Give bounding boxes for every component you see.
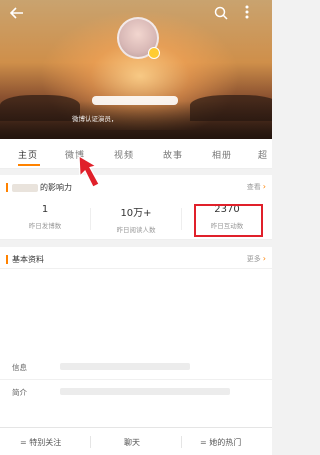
- stat-value: 10万+: [120, 208, 152, 219]
- stat-posts-yesterday: 1 昨日发博数: [0, 204, 90, 230]
- profile-header: 微博认证演员，: [0, 0, 272, 139]
- info-value-redacted: [60, 388, 230, 395]
- chat-button[interactable]: 聊天: [124, 437, 140, 448]
- basic-info-title: 基本资料: [6, 254, 44, 265]
- divider: [0, 268, 272, 269]
- tab-story[interactable]: 故事: [163, 148, 183, 161]
- verified-badge-icon: [148, 47, 160, 59]
- profile-tabs: 主页 微博 视频 故事 相册 超: [0, 139, 272, 169]
- influence-more-link[interactable]: 查看 ›: [247, 182, 266, 192]
- info-value-redacted: [60, 363, 190, 370]
- active-tab-indicator: [18, 164, 40, 166]
- chat-label: 聊天: [124, 438, 140, 447]
- her-popular-label: 她的热门: [209, 438, 242, 447]
- stat-label: 昨日阅读人数: [116, 226, 156, 234]
- stat-label: 昨日发博数: [28, 222, 62, 230]
- tab-album[interactable]: 相册: [212, 148, 232, 161]
- tab-super[interactable]: 超: [258, 148, 268, 161]
- avatar[interactable]: [117, 17, 160, 59]
- stat-value: 1: [41, 204, 49, 215]
- info-row-intro: 简介: [12, 388, 27, 397]
- stat-readers-yesterday: 10万+ 昨日阅读人数: [91, 204, 181, 234]
- verification-text: 微博认证演员，: [72, 115, 118, 123]
- more-vertical-icon[interactable]: [244, 4, 250, 22]
- influence-title-text: 的影响力: [40, 183, 72, 192]
- annotation-highlight-box: [194, 204, 263, 237]
- special-follow-button[interactable]: = 特别关注: [20, 437, 61, 448]
- special-follow-label: 特别关注: [29, 438, 62, 447]
- tab-home[interactable]: 主页: [18, 148, 38, 161]
- chevron-right-icon: ›: [262, 254, 266, 263]
- info-row-info: 信息: [12, 363, 27, 372]
- tab-video[interactable]: 视频: [114, 148, 134, 161]
- search-icon[interactable]: [214, 6, 228, 23]
- chevron-right-icon: ›: [262, 182, 266, 191]
- divider: [181, 436, 182, 448]
- influence-more-label: 查看: [246, 183, 261, 191]
- name-redacted: [12, 183, 38, 192]
- basic-info-card: 基本资料 更多 › 信息 简介: [0, 247, 272, 427]
- influence-title: 的影响力: [6, 182, 72, 193]
- basic-info-more-link[interactable]: 更多 ›: [247, 254, 266, 264]
- divider: [90, 436, 91, 448]
- bottom-action-bar: = 特别关注 聊天 = 她的热门: [0, 427, 272, 455]
- menu-icon: =: [20, 438, 27, 447]
- her-popular-button[interactable]: = 她的热门: [200, 437, 241, 448]
- username-redacted: [92, 96, 178, 105]
- divider: [0, 379, 272, 380]
- menu-icon: =: [200, 438, 207, 447]
- back-arrow-icon[interactable]: [9, 6, 24, 22]
- basic-info-more-label: 更多: [246, 255, 261, 263]
- annotation-arrow-icon: [78, 154, 100, 188]
